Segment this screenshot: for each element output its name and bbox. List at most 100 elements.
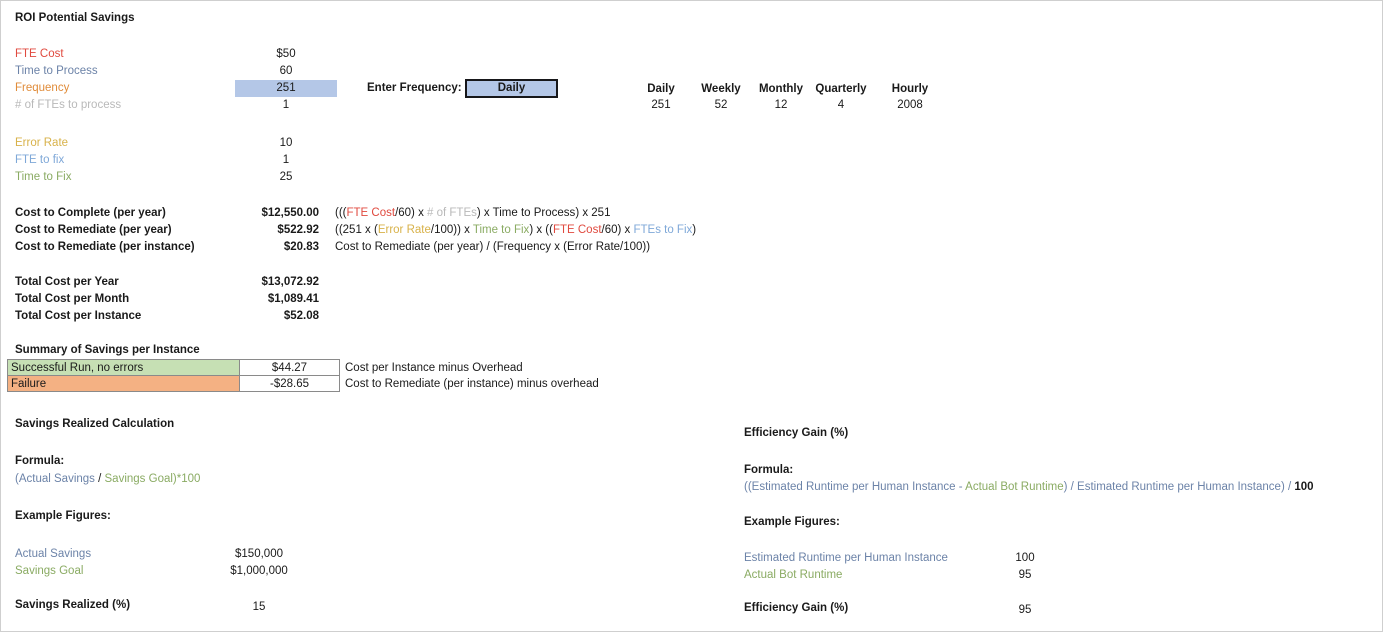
value-num-ftes[interactable]: 1 (235, 97, 337, 114)
formula1-term-time-to-process: Time to Process (492, 207, 576, 219)
sr-formula-term-actual-savings: Actual Savings (18, 473, 95, 485)
sr-formula-term-savings-goal: Savings Goal (104, 473, 173, 485)
efficiency-gain-label-bot: Actual Bot Runtime (744, 569, 843, 581)
input-label-fte-to-fix: FTE to fix (15, 154, 65, 166)
freq-header-hourly: Hourly (891, 83, 929, 95)
savings-realized-label-actual: Actual Savings (15, 548, 92, 560)
summary-label-success: Successful Run, no errors (7, 359, 240, 376)
efficiency-gain-example-label: Example Figures: (744, 516, 840, 528)
cost-formula-complete-year: (((FTE Cost/60) x # of FTEs) x Time to P… (335, 205, 610, 222)
savings-realized-formula-label: Formula: (15, 455, 65, 467)
savings-realized-formula: (Actual Savings / Savings Goal)*100 (15, 473, 200, 485)
efficiency-gain-result-value: 95 (1018, 604, 1032, 616)
savings-realized-example-label: Example Figures: (15, 510, 111, 522)
formula2-part1: ((251 x ( (335, 224, 378, 236)
input-label-time-to-fix: Time to Fix (15, 171, 72, 183)
frequency-value-cell[interactable]: 251 (235, 80, 337, 97)
cost-labels: Cost to Complete (per year) Cost to Reme… (15, 205, 195, 256)
formula2-term-fte-cost: FTE Cost (552, 224, 602, 236)
cost-label-complete-year: Cost to Complete (per year) (15, 207, 166, 219)
formula2-term-time-to-fix: Time to Fix (472, 224, 530, 236)
page-title: ROI Potential Savings (15, 12, 135, 24)
frequency-reference-table: Daily Weekly Monthly Quarterly Hourly 25… (631, 83, 949, 111)
efficiency-gain-value-estimated: 100 (1015, 552, 1035, 564)
eg-formula-part5: 100 (1294, 481, 1314, 493)
total-value-year: $13,072.92 (261, 276, 319, 288)
value-error-rate[interactable]: 10 (235, 135, 337, 152)
freq-header-monthly: Monthly (758, 83, 804, 95)
cost-value-remediate-year: $522.92 (277, 224, 319, 236)
eg-formula-term-estimated-runtime-2: Estimated Runtime per Human Instance (1077, 481, 1281, 493)
cost-formula-remediate-year: ((251 x (Error Rate/100)) x Time to Fix)… (335, 222, 696, 239)
value-time-to-process[interactable]: 60 (235, 63, 337, 80)
summary-label-failure: Failure (7, 375, 240, 392)
input-label-fte-cost: FTE Cost (15, 48, 64, 60)
frequency-value: 251 (276, 82, 296, 94)
formula2-part2: /100)) x (430, 224, 473, 236)
savings-realized-result-value: 15 (252, 601, 266, 613)
formula1-term-fte-cost: FTE Cost (346, 207, 396, 219)
eg-formula-part1: (( (744, 481, 752, 493)
eg-formula-term-bot-runtime: Actual Bot Runtime (965, 481, 1064, 493)
formula1-term-num-ftes: # of FTEs (427, 207, 477, 219)
cost-value-remediate-instance: $20.83 (283, 241, 319, 253)
formula2-term-ftes-to-fix: FTEs to Fix (633, 224, 693, 236)
efficiency-gain-title: Efficiency Gain (%) (744, 427, 849, 439)
cost-value-complete-year: $12,550.00 (261, 207, 319, 219)
sr-formula-part3: )*100 (172, 473, 201, 485)
totals-labels: Total Cost per Year Total Cost per Month… (15, 274, 141, 325)
formula1-part1: ((( (335, 207, 347, 219)
efficiency-gain-value-bot: 95 (1018, 569, 1032, 581)
summary-value-failure: -$28.65 (239, 375, 340, 392)
freq-header-weekly: Weekly (701, 83, 741, 95)
total-label-month: Total Cost per Month (15, 293, 130, 305)
formula2-part4: /60) x (601, 224, 634, 236)
total-label-year: Total Cost per Year (15, 276, 119, 288)
formula2-part5: ) (692, 224, 697, 236)
freq-value-daily: 251 (651, 99, 671, 111)
savings-realized-value-actual: $150,000 (235, 548, 283, 560)
formula1-part3: ) x (476, 207, 493, 219)
summary-note-success: Cost per Instance minus Overhead (345, 361, 523, 374)
total-value-month: $1,089.41 (267, 293, 319, 305)
value-time-to-fix[interactable]: 25 (235, 169, 337, 186)
value-fte-to-fix[interactable]: 1 (235, 152, 337, 169)
summary-value-success: $44.27 (239, 359, 340, 376)
efficiency-gain-formula: ((Estimated Runtime per Human Instance -… (744, 481, 1314, 493)
eg-formula-part3: ) / (1063, 481, 1078, 493)
input-label-time-to-process: Time to Process (15, 65, 98, 77)
table-row: Successful Run, no errors $44.27 Cost pe… (7, 359, 602, 376)
frequency-dropdown[interactable]: Daily (465, 79, 558, 98)
summary-title: Summary of Savings per Instance (15, 344, 200, 356)
input-group-primary: FTE Cost Time to Process Frequency # of … (15, 46, 121, 114)
freq-value-quarterly: 4 (837, 99, 845, 111)
summary-table: Successful Run, no errors $44.27 Cost pe… (7, 359, 602, 392)
savings-realized-label-goal: Savings Goal (15, 565, 84, 577)
eg-formula-term-estimated-runtime: Estimated Runtime per Human Instance (751, 481, 956, 493)
value-fte-cost[interactable]: $50 (235, 46, 337, 63)
formula1-part2: /60) x (395, 207, 428, 219)
efficiency-gain-result-label: Efficiency Gain (%) (744, 602, 849, 614)
input-label-num-ftes: # of FTEs to process (15, 99, 122, 111)
formula2-term-error-rate: Error Rate (377, 224, 431, 236)
enter-frequency-label: Enter Frequency: (367, 82, 462, 94)
cost-formula-remediate-instance: Cost to Remediate (per year) / (Frequenc… (335, 241, 651, 253)
cost-label-remediate-year: Cost to Remediate (per year) (15, 224, 172, 236)
savings-realized-value-goal: $1,000,000 (230, 565, 288, 577)
total-label-instance: Total Cost per Instance (15, 310, 142, 322)
input-label-error-rate: Error Rate (15, 137, 69, 149)
input-label-frequency: Frequency (15, 82, 70, 94)
cost-label-remediate-instance: Cost to Remediate (per instance) (15, 241, 195, 253)
formula2-part3: ) x (( (529, 224, 553, 236)
efficiency-gain-label-estimated: Estimated Runtime per Human Instance (744, 552, 948, 564)
input-group-error: Error Rate FTE to fix Time to Fix (15, 135, 71, 186)
efficiency-gain-formula-label: Formula: (744, 464, 794, 476)
freq-value-hourly: 2008 (897, 99, 923, 111)
eg-formula-part2: - (955, 481, 966, 493)
eg-formula-part4: ) / (1280, 481, 1295, 493)
savings-realized-result-label: Savings Realized (%) (15, 599, 131, 611)
freq-value-weekly: 52 (714, 99, 728, 111)
freq-header-quarterly: Quarterly (815, 83, 867, 95)
sr-formula-part2: / (94, 473, 105, 485)
freq-value-monthly: 12 (774, 99, 788, 111)
